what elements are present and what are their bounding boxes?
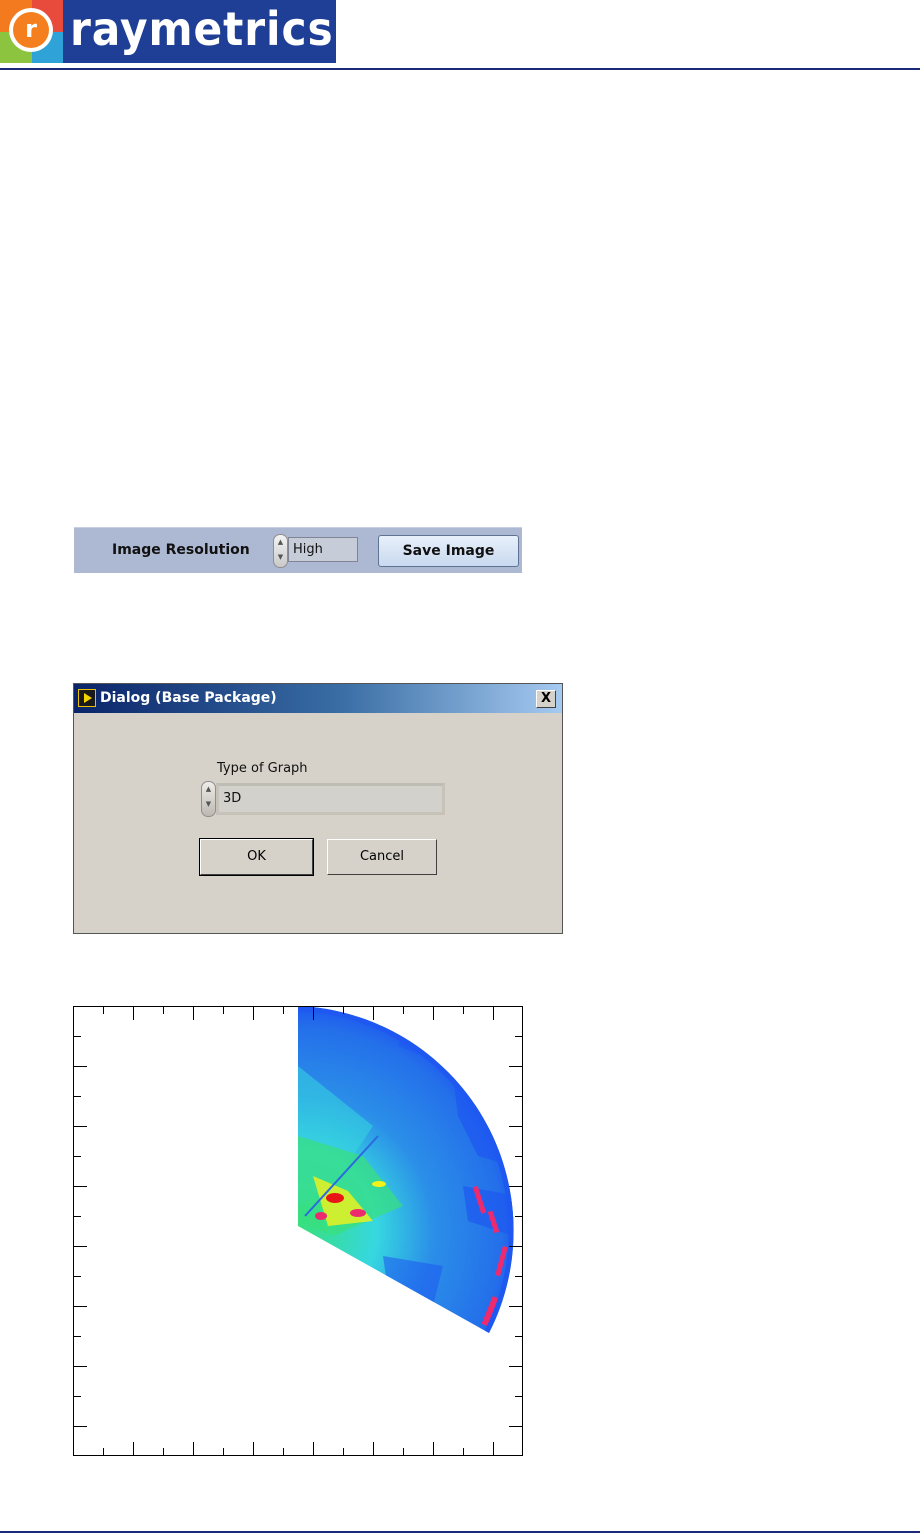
labview-app-icon [78,689,96,707]
graph-type-field[interactable]: 3D [216,783,445,815]
graph-type-spinner-icon[interactable]: ▲ ▼ [201,781,216,817]
header-rule [0,68,920,70]
resolution-spinner-icon[interactable]: ▲ ▼ [273,534,288,568]
save-image-button[interactable]: Save Image [378,535,519,567]
radar-sector [298,1006,514,1333]
graph-type-dialog: Dialog (Base Package) X Type of Graph ▲ ▼… [73,683,563,934]
footer-rule [0,1531,920,1533]
close-icon[interactable]: X [536,690,556,708]
ok-button[interactable]: OK [199,838,314,876]
save-image-toolbar: Image Resolution ▲ ▼ High Save Image [74,527,522,573]
dialog-title-bar[interactable]: Dialog (Base Package) X [74,684,562,713]
radar-scan-plot [73,1006,523,1456]
image-resolution-label: Image Resolution [112,542,250,558]
logo-mark: r [0,0,63,63]
graph-type-label: Type of Graph [217,761,308,776]
dialog-title: Dialog (Base Package) [100,690,277,706]
raymetrics-logo: r raymetrics [0,0,336,63]
logo-wordmark: raymetrics [70,2,334,56]
image-resolution-field[interactable]: High [288,537,358,562]
cancel-button[interactable]: Cancel [327,839,437,875]
